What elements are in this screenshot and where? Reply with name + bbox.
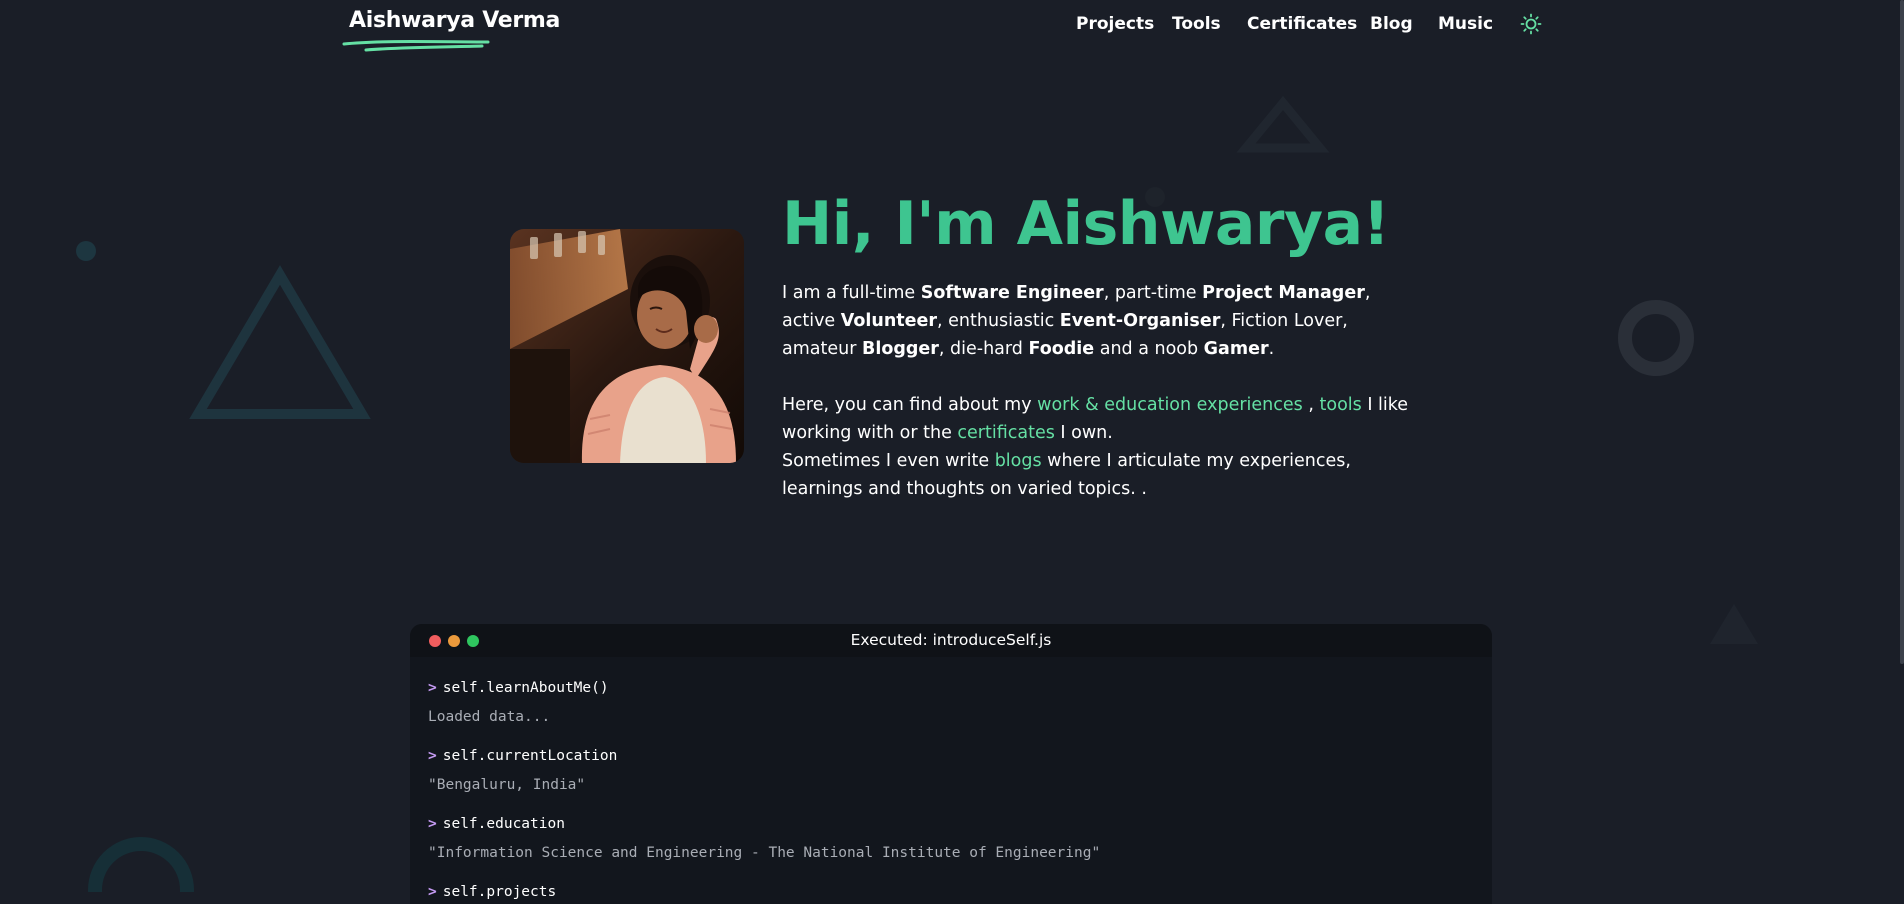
intro-text: , die-hard	[938, 339, 1029, 359]
link-certificates[interactable]: certificates	[957, 423, 1054, 443]
role-gamer: Gamer	[1203, 339, 1269, 359]
terminal-output: "Information Science and Engineering - T…	[428, 845, 1101, 861]
nav-certificates[interactable]: Certificates	[1247, 14, 1357, 34]
hero-title: Hi, I'm Aishwarya!	[782, 189, 1390, 259]
site-header: Aishwarya Verma Projects Tools Certifica…	[0, 0, 1904, 56]
terminal-entry: > self.learnAboutMe() Loaded data...	[428, 678, 1468, 727]
terminal-output: Loaded data...	[428, 709, 551, 725]
scrollbar[interactable]	[1900, 0, 1904, 664]
prompt-icon: >	[428, 816, 437, 832]
nav-tools[interactable]: Tools	[1172, 14, 1221, 34]
find-paragraph: Here, you can find about my work & educa…	[782, 391, 1412, 503]
command-text: self.projects	[442, 884, 557, 900]
link-tools[interactable]: tools	[1320, 395, 1362, 415]
role-software-engineer: Software Engineer	[920, 283, 1104, 303]
hero-intro: I am a full-time Software Engineer, part…	[782, 279, 1412, 503]
nav-music[interactable]: Music	[1438, 14, 1493, 34]
command-text: self.currentLocation	[442, 748, 618, 764]
terminal-entry: > self.currentLocation "Bengaluru, India"	[428, 746, 1468, 795]
bg-ring-bottom-left	[88, 837, 194, 892]
find-text: ,	[1302, 395, 1320, 415]
intro-paragraph: I am a full-time Software Engineer, part…	[782, 279, 1412, 363]
link-blogs[interactable]: blogs	[995, 451, 1042, 471]
sun-icon[interactable]	[1520, 13, 1542, 35]
link-work-experience[interactable]: work & education experiences	[1037, 395, 1303, 415]
nav-blog[interactable]: Blog	[1370, 14, 1413, 34]
terminal-command: > self.currentLocation	[428, 746, 1468, 766]
profile-photo	[510, 229, 744, 463]
intro-text: and a noob	[1094, 339, 1204, 359]
avatar	[510, 229, 744, 463]
role-foodie: Foodie	[1028, 339, 1095, 359]
find-text: Here, you can find about my	[782, 395, 1038, 415]
role-volunteer: Volunteer	[840, 311, 938, 331]
bg-triangle-left	[189, 265, 371, 419]
prompt-icon: >	[428, 748, 437, 764]
role-project-manager: Project Manager	[1202, 283, 1365, 303]
terminal-entry: > self.education "Information Science and…	[428, 814, 1468, 863]
prompt-icon: >	[428, 884, 437, 900]
find-text: I own.	[1054, 423, 1113, 443]
brand-underline	[342, 40, 490, 52]
terminal-output: "Bengaluru, India"	[428, 777, 586, 793]
terminal-command: > self.education	[428, 814, 1468, 834]
bg-ring-right	[1618, 300, 1694, 376]
bg-triangle-top	[1236, 95, 1330, 153]
role-blogger: Blogger	[861, 339, 939, 359]
find-text: Sometimes I even write	[782, 451, 995, 471]
terminal-title: Executed: introduceSelf.js	[850, 631, 1052, 649]
terminal-title-bar: Executed: introduceSelf.js	[410, 624, 1492, 657]
command-text: self.learnAboutMe()	[442, 680, 609, 696]
main-nav: Projects Tools Certificates Blog Music	[0, 14, 1904, 38]
bg-dot-left	[76, 241, 96, 261]
terminal-body: > self.learnAboutMe() Loaded data... > sel…	[428, 678, 1468, 904]
nav-projects[interactable]: Projects	[1076, 14, 1154, 34]
terminal-command: > self.projects	[428, 882, 1468, 902]
intro-text: , enthusiastic	[937, 311, 1060, 331]
command-text: self.education	[442, 816, 565, 832]
bg-triangle-right	[1710, 604, 1758, 644]
intro-text: .	[1268, 339, 1275, 359]
intro-text: , part-time	[1103, 283, 1203, 303]
prompt-icon: >	[428, 680, 437, 696]
terminal-window: Executed: introduceSelf.js > self.learnAb…	[410, 624, 1492, 904]
role-event-organiser: Event-Organiser	[1059, 311, 1221, 331]
terminal-entry: > self.projects	[428, 882, 1468, 902]
intro-text: I am a full-time	[782, 283, 921, 303]
terminal-command: > self.learnAboutMe()	[428, 678, 1468, 698]
